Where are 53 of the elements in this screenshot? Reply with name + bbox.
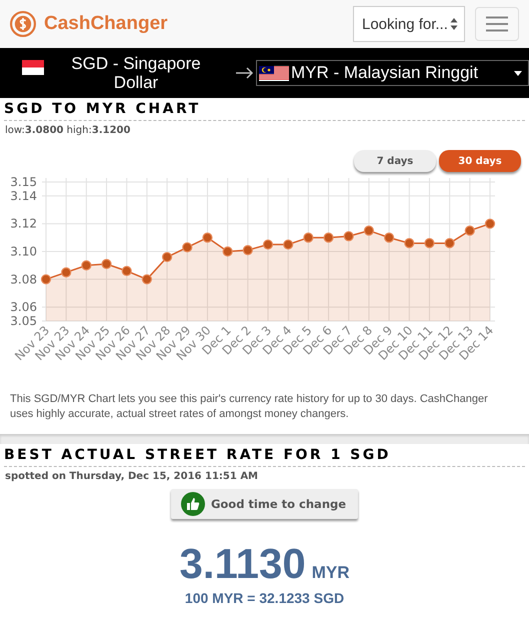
data-point xyxy=(283,239,294,250)
data-point xyxy=(323,232,334,243)
data-point xyxy=(384,232,394,243)
low-high-text: low:3.0800 high:3.1200 xyxy=(4,124,132,138)
section-title: SGD TO MYR CHART xyxy=(4,98,525,121)
y-tick-label: 3.14 xyxy=(10,188,37,203)
data-point xyxy=(222,246,233,257)
y-tick-label: 3.15 xyxy=(10,175,37,189)
y-tick-label: 3.05 xyxy=(10,314,37,328)
data-point xyxy=(262,239,274,250)
from-currency[interactable]: SGD - Singapore Dollar xyxy=(50,54,222,92)
data-point xyxy=(484,218,496,229)
data-point xyxy=(122,266,132,276)
rate-unit: MYR xyxy=(312,563,350,583)
data-point xyxy=(162,252,172,262)
search-select[interactable]: Looking for... xyxy=(353,6,465,42)
data-point xyxy=(444,238,455,248)
logo-icon xyxy=(10,11,36,37)
data-point xyxy=(344,231,354,242)
menu-icon xyxy=(486,16,508,32)
y-tick-label: 3.12 xyxy=(10,216,37,231)
advice-button[interactable]: Good time to change xyxy=(170,489,358,519)
thumbs-up-icon xyxy=(180,492,205,516)
chart-description: This SGD/MYR Chart lets you see this pair's currency rate history for up to 30 days. CashChanger uses highly accurate, actual street rates of amongst money changers. xyxy=(10,392,489,422)
y-tick-label: 3.06 xyxy=(10,300,37,314)
sort-arrows-icon xyxy=(450,17,458,31)
data-point xyxy=(404,238,414,248)
inverse-rate: 100 MYR = 32.1233 SGD xyxy=(184,590,346,606)
data-point xyxy=(142,274,152,284)
y-tick-label: 3.10 xyxy=(10,244,37,258)
data-point xyxy=(61,267,72,278)
data-point xyxy=(40,274,52,284)
data-point xyxy=(303,232,314,243)
arrow-icon xyxy=(236,67,254,79)
data-point xyxy=(182,242,192,252)
data-point xyxy=(464,226,475,236)
data-point xyxy=(81,260,92,270)
data-point xyxy=(242,245,253,256)
range-button[interactable]: 30 days xyxy=(439,150,521,172)
data-point xyxy=(202,232,213,243)
spotted-date: spotted on Thursday, Dec 15, 2016 11:51 AM xyxy=(4,470,260,484)
flag-icon xyxy=(259,66,289,80)
rate-value: 3.1130 xyxy=(180,540,306,588)
menu-button[interactable] xyxy=(475,7,519,41)
section-title: BEST ACTUAL STREET RATE FOR 1 SGD xyxy=(4,444,525,467)
range-button[interactable]: 7 days xyxy=(354,150,436,172)
data-point xyxy=(424,238,435,248)
y-tick-label: 3.08 xyxy=(10,272,37,286)
data-point xyxy=(101,258,112,270)
data-point xyxy=(364,226,374,236)
flag-icon xyxy=(22,60,44,75)
caret-icon xyxy=(514,70,522,76)
to-currency-select[interactable]: MYR - Malaysian Ringgit xyxy=(256,60,529,86)
